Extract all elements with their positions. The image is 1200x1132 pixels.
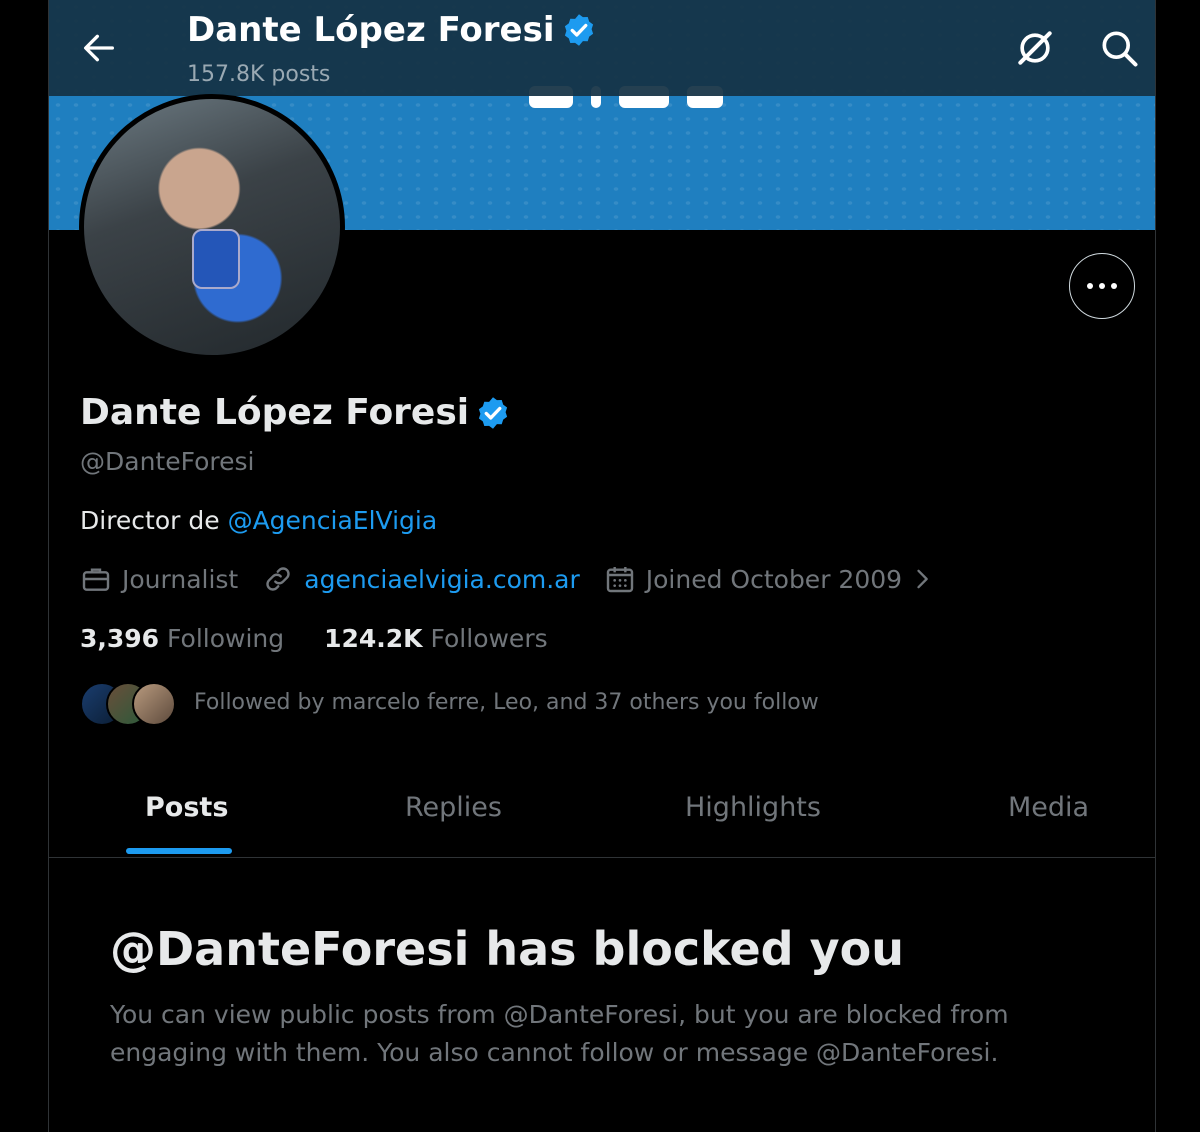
followed-by-avatars	[80, 680, 180, 726]
profile-name-text: Dante López Foresi	[80, 392, 470, 433]
calendar-icon	[606, 567, 633, 593]
following-label: Following	[167, 624, 285, 653]
tab-replies[interactable]: Replies	[405, 792, 502, 823]
following-stat[interactable]: 3,396 Following	[80, 624, 284, 653]
more-icon	[1087, 283, 1093, 289]
followers-count: 124.2K	[324, 624, 423, 653]
chevron-right-icon	[917, 569, 928, 589]
blocked-title: @DanteForesi has blocked you	[110, 922, 904, 976]
more-button[interactable]	[1069, 253, 1135, 319]
top-bar-title: Dante López Foresi	[187, 10, 597, 50]
followers-label: Followers	[430, 624, 548, 653]
search-button[interactable]	[1097, 26, 1141, 70]
avatar[interactable]	[79, 94, 345, 360]
avatar-microphone	[192, 229, 240, 289]
search-icon	[1102, 31, 1138, 67]
profile-meta: Journalist agenciaelvigia.com.ar Joined …	[80, 563, 970, 595]
profile-handle: @DanteForesi	[80, 447, 255, 476]
profile-stats: 3,396 Following 124.2K Followers	[80, 624, 588, 653]
website-link[interactable]: agenciaelvigia.com.ar	[304, 565, 580, 594]
joined-label: Joined October 2009	[645, 564, 903, 594]
following-count: 3,396	[80, 624, 160, 653]
profile-category: Journalist	[80, 563, 238, 595]
profile-tabs: Posts Replies Highlights Media	[49, 770, 1155, 858]
back-button[interactable]	[79, 28, 119, 68]
posts-count: 157.8K posts	[187, 62, 331, 87]
followed-by[interactable]: Followed by marcelo ferre, Leo, and 37 o…	[80, 680, 819, 726]
grok-button[interactable]	[1013, 26, 1057, 70]
briefcase-icon	[82, 568, 110, 591]
back-arrow-icon	[84, 34, 115, 62]
bio-mention-link[interactable]: @AgenciaElVigia	[228, 506, 438, 535]
grok-icon	[1018, 31, 1052, 65]
profile-name: Dante López Foresi	[80, 392, 511, 433]
followed-by-text: Followed by marcelo ferre, Leo, and 37 o…	[194, 689, 819, 715]
profile-bio: Director de @AgenciaElVigia	[80, 506, 437, 535]
profile-joined[interactable]: Joined October 2009	[604, 563, 946, 595]
category-label: Journalist	[122, 564, 239, 594]
top-bar-name: Dante López Foresi	[187, 10, 555, 50]
verified-badge-icon	[564, 14, 593, 46]
bio-text: Director de	[80, 506, 228, 535]
followers-stat[interactable]: 124.2K Followers	[324, 624, 548, 653]
tab-media[interactable]: Media	[1008, 792, 1089, 823]
active-tab-indicator	[126, 848, 232, 854]
link-icon	[266, 567, 290, 591]
follower-avatar	[132, 682, 176, 726]
profile-website[interactable]: agenciaelvigia.com.ar	[262, 563, 580, 595]
verified-badge-icon[interactable]	[475, 395, 511, 431]
top-bar: Dante López Foresi 157.8K posts	[49, 0, 1155, 96]
tab-highlights[interactable]: Highlights	[685, 792, 821, 823]
tab-posts[interactable]: Posts	[145, 792, 228, 823]
blocked-message: You can view public posts from @DanteFor…	[110, 1000, 1009, 1067]
profile-page: Dante López Foresi 157.8K posts Dante Ló	[48, 0, 1156, 1132]
